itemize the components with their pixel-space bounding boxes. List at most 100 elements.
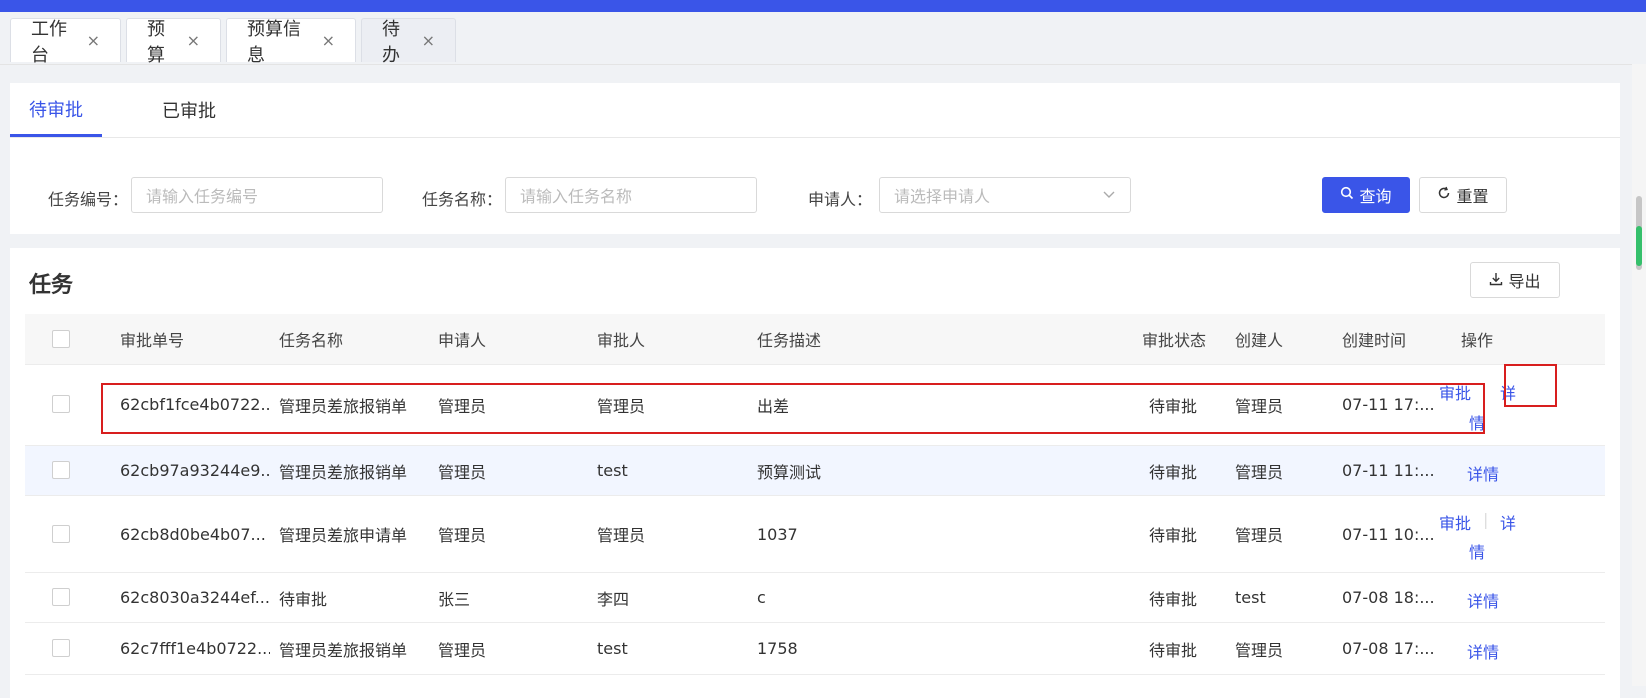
tab-budget[interactable]: 预算 × xyxy=(126,18,221,66)
tab-workbench[interactable]: 工作台 × xyxy=(10,18,121,66)
approver: test xyxy=(597,461,628,480)
detail-link[interactable]: 详情 xyxy=(1467,461,1499,485)
table-row[interactable]: 62c8030a3244ef... 待审批 张三 李四 c 待审批 test 0… xyxy=(25,573,1605,623)
column-header: 操作 xyxy=(1461,331,1494,350)
approver: 李四 xyxy=(597,589,630,609)
column-header: 审批状态 xyxy=(1142,331,1207,350)
column-header: 任务名称 xyxy=(279,331,344,350)
row-actions: 详情 xyxy=(1429,573,1529,622)
applicant: 张三 xyxy=(438,589,471,609)
approver: 管理员 xyxy=(597,526,646,545)
approval-no: 62cb97a93244e9... xyxy=(120,461,270,480)
applicant: 管理员 xyxy=(438,640,487,660)
task-table-card: 任务 导出 审批单号 任务名称 申请人 审批人 任务描述 审批状态 创建人 创建… xyxy=(10,248,1620,698)
row-checkbox[interactable] xyxy=(52,639,70,657)
highlight-row-box xyxy=(101,383,1485,434)
column-header: 审批单号 xyxy=(120,331,185,350)
table-header: 审批单号 任务名称 申请人 审批人 任务描述 审批状态 创建人 创建时间 操作 xyxy=(25,314,1605,365)
approver: test xyxy=(597,639,628,658)
column-header: 创建人 xyxy=(1235,331,1284,350)
approval-status: 待审批 xyxy=(1149,526,1198,545)
export-label: 导出 xyxy=(1508,272,1541,291)
approval-no: 62c7fff1e4b0722... xyxy=(120,639,270,658)
tab-bar: 工作台 × 预算 × 预算信息 × 待办 × xyxy=(0,12,1646,66)
row-actions: 审批 | 详 情 xyxy=(1429,496,1529,572)
task-name: 待审批 xyxy=(279,589,328,609)
creator: 管理员 xyxy=(1235,640,1284,660)
column-header: 申请人 xyxy=(438,331,487,350)
detail-link[interactable]: 情 xyxy=(1469,539,1485,563)
task-desc: 1758 xyxy=(757,639,798,658)
reset-button[interactable]: 重置 xyxy=(1419,177,1507,213)
tab-todo[interactable]: 待办 × xyxy=(361,18,456,66)
query-label: 查询 xyxy=(1359,187,1392,206)
search-icon xyxy=(1340,186,1354,204)
approve-link[interactable]: 审批 xyxy=(1439,510,1471,534)
task-desc: c xyxy=(757,588,766,607)
applicant: 管理员 xyxy=(438,462,487,482)
creator: 管理员 xyxy=(1235,526,1284,545)
approval-status: 待审批 xyxy=(1149,462,1198,482)
row-checkbox[interactable] xyxy=(52,588,70,606)
task-name: 管理员差旅申请单 xyxy=(279,526,408,545)
select-all-checkbox[interactable] xyxy=(52,330,70,348)
chevron-down-icon xyxy=(1102,186,1116,205)
close-icon[interactable]: × xyxy=(422,31,435,50)
created-time: 07-11 11:... xyxy=(1342,461,1435,480)
tab-label: 待办 xyxy=(382,18,400,66)
task-name-input[interactable]: 请输入任务名称 xyxy=(505,177,757,213)
section-title: 任务 xyxy=(29,273,74,298)
created-time: 07-11 10:... xyxy=(1342,524,1435,544)
scrollbar-indicator xyxy=(1636,226,1642,266)
close-icon[interactable]: × xyxy=(87,31,100,50)
row-actions: 详情 xyxy=(1429,623,1529,674)
creator: 管理员 xyxy=(1235,462,1284,482)
task-no-input[interactable]: 请输入任务编号 xyxy=(131,177,383,213)
highlight-approve-box xyxy=(1504,364,1557,407)
action-separator: | xyxy=(1483,510,1489,529)
export-button[interactable]: 导出 xyxy=(1470,262,1560,298)
approval-no: 62cb8d0be4b07... xyxy=(120,524,266,544)
detail-link[interactable]: 详 xyxy=(1500,510,1516,534)
tab-label: 预算 xyxy=(147,18,165,66)
task-desc: 1037 xyxy=(757,524,798,544)
reset-label: 重置 xyxy=(1456,187,1489,206)
tab-budget-info[interactable]: 预算信息 × xyxy=(226,18,356,66)
subtab-approved[interactable]: 已审批 xyxy=(162,83,216,137)
row-checkbox[interactable] xyxy=(52,395,70,413)
applicant-placeholder: 请选择申请人 xyxy=(894,187,991,206)
table-row[interactable]: 62cb97a93244e9... 管理员差旅报销单 管理员 test 预算测试… xyxy=(25,446,1605,496)
applicant: 管理员 xyxy=(438,526,487,545)
row-checkbox[interactable] xyxy=(52,461,70,479)
created-time: 07-08 18:... xyxy=(1342,588,1435,607)
subtab-pending[interactable]: 待审批 xyxy=(10,83,102,137)
close-icon[interactable]: × xyxy=(187,31,200,50)
detail-link[interactable]: 详情 xyxy=(1467,588,1499,612)
table-row[interactable]: 62c7fff1e4b0722... 管理员差旅报销单 管理员 test 175… xyxy=(25,623,1605,675)
row-checkbox[interactable] xyxy=(52,525,70,543)
close-icon[interactable]: × xyxy=(322,31,335,50)
download-icon xyxy=(1489,271,1503,290)
task-name: 管理员差旅报销单 xyxy=(279,462,408,482)
column-header: 审批人 xyxy=(597,331,646,350)
approval-no: 62c8030a3244ef... xyxy=(120,588,270,607)
scrollbar-track[interactable] xyxy=(1632,64,1646,686)
approval-status: 待审批 xyxy=(1149,640,1198,660)
column-header: 创建时间 xyxy=(1342,331,1407,350)
applicant-select[interactable]: 请选择申请人 xyxy=(879,177,1131,213)
subtab-divider xyxy=(10,137,1620,138)
task-no-label: 任务编号： xyxy=(48,190,129,209)
query-button[interactable]: 查询 xyxy=(1322,177,1410,213)
filter-card: 待审批 已审批 任务编号： 请输入任务编号 任务名称： 请输入任务名称 申请人：… xyxy=(10,83,1620,234)
approval-status: 待审批 xyxy=(1149,589,1198,609)
row-actions: 详情 xyxy=(1429,446,1529,495)
detail-link[interactable]: 详情 xyxy=(1467,639,1499,663)
creator: test xyxy=(1235,588,1266,607)
created-time: 07-08 17:... xyxy=(1342,639,1435,658)
column-header: 任务描述 xyxy=(757,331,822,350)
applicant-label: 申请人： xyxy=(808,190,873,209)
table-row[interactable]: 62cb8d0be4b07... 管理员差旅申请单 管理员 管理员 1037 待… xyxy=(25,496,1605,573)
refresh-icon xyxy=(1437,186,1451,204)
task-desc: 预算测试 xyxy=(757,462,822,482)
task-name-label: 任务名称： xyxy=(422,190,503,209)
